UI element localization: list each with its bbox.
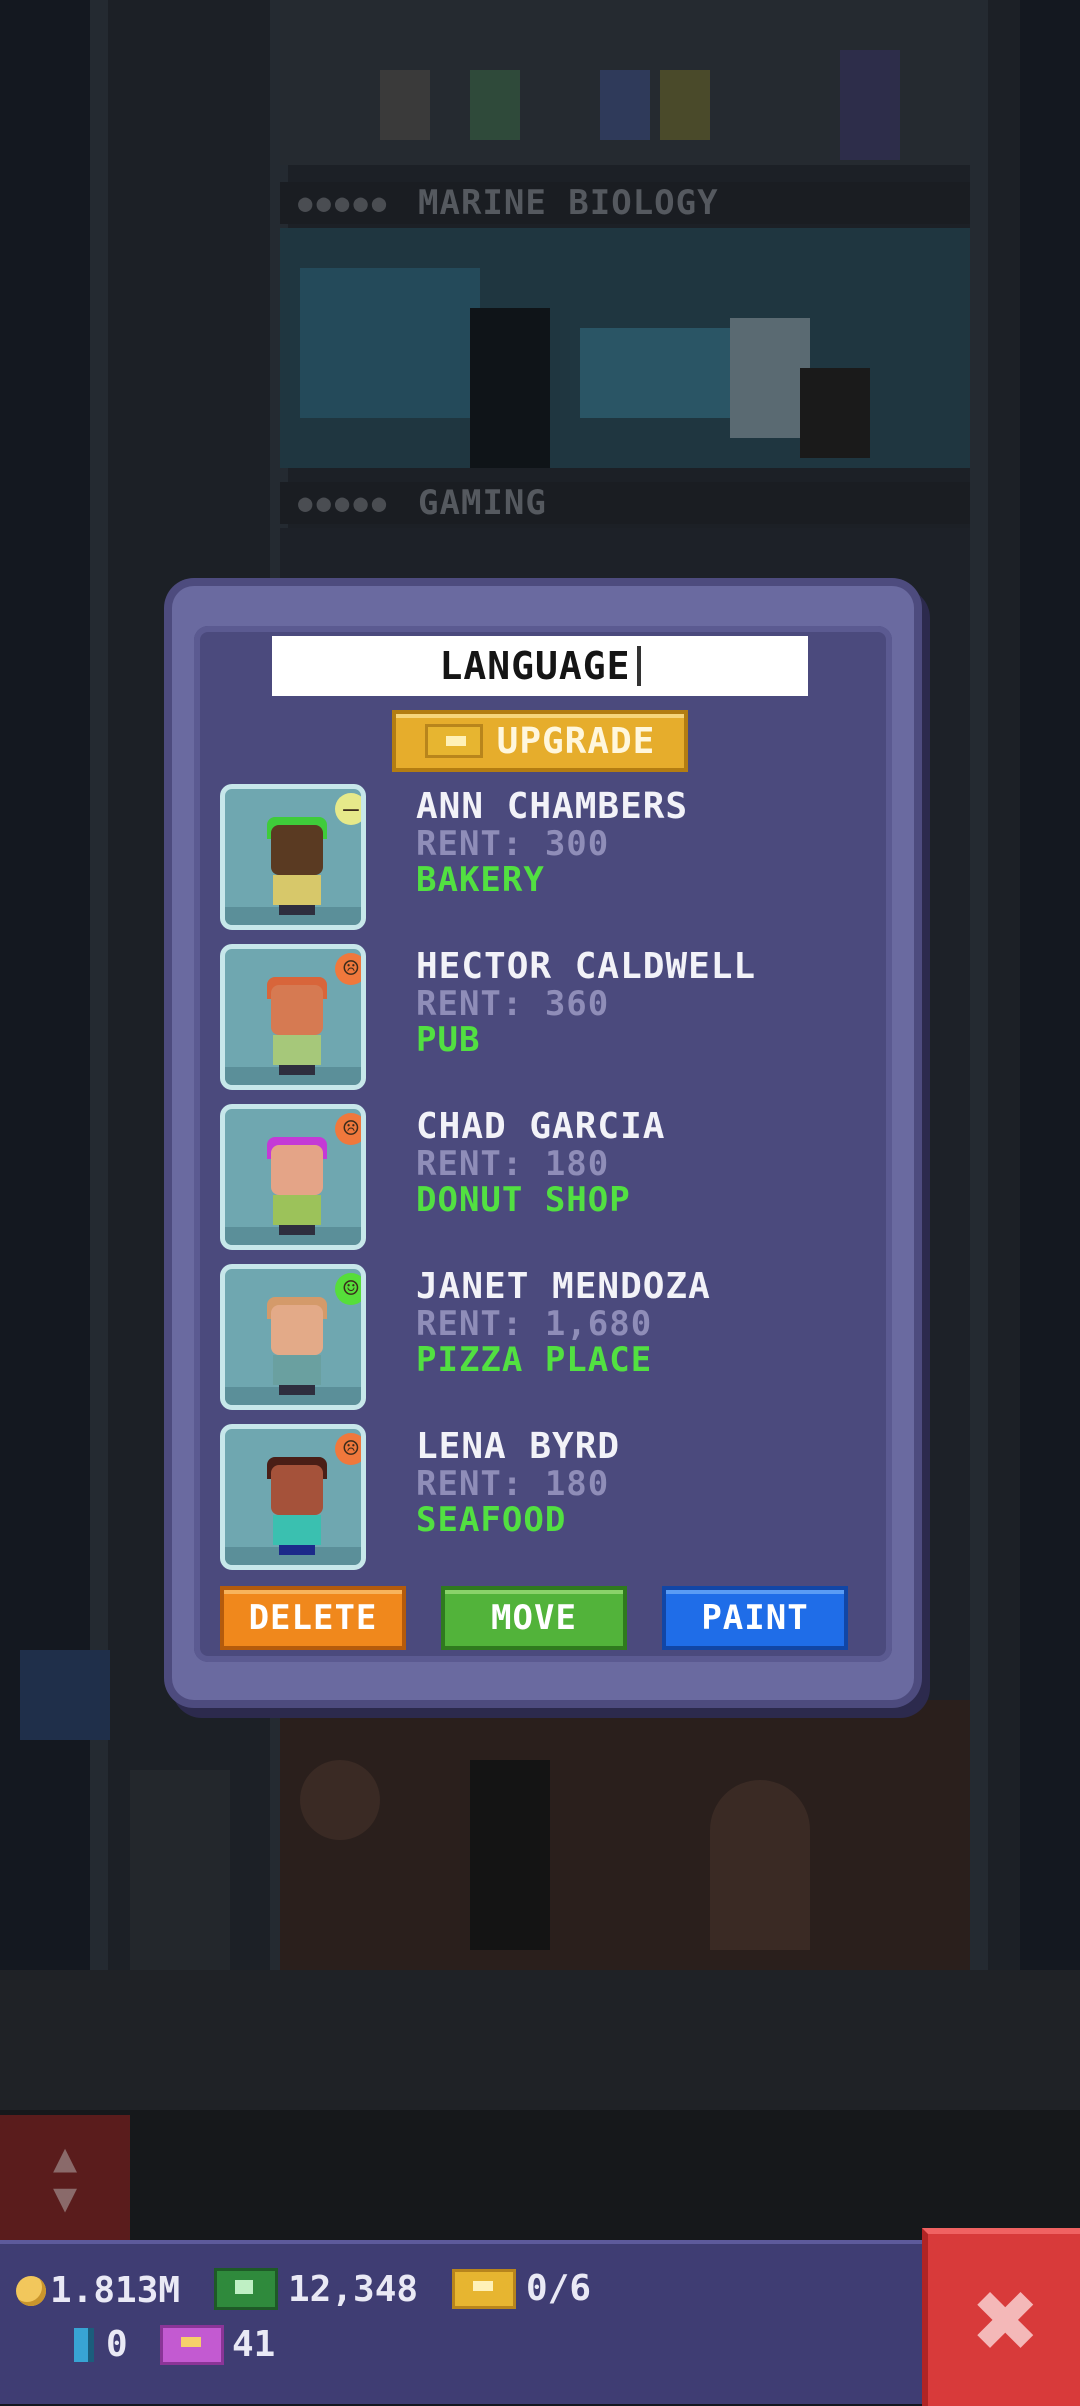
move-button[interactable]: MOVE [441,1586,627,1650]
currency-bar: 1.813M 12,348 0/6 0 41 [0,2240,1080,2404]
coin-icon [16,2275,46,2306]
tenant-avatar[interactable]: ☹ [220,944,366,1090]
side-board [20,1650,110,1740]
floor-occupancy-dots: ●●●●● [298,489,391,517]
vip-counter: 41 [160,2324,275,2365]
tenant-row[interactable]: ☺ JANET MENDOZA RENT: 1,680 PIZZA PLACE [220,1264,860,1414]
tenant-avatar[interactable]: ☹ [220,1424,366,1570]
bux-icon [74,2327,94,2362]
close-button[interactable]: ✖ [922,2228,1080,2406]
tenant-rent: RENT: 1,680 [416,1304,653,1344]
sad-face-icon: ☹ [335,1113,361,1145]
tenant-rent: RENT: 180 [416,1464,610,1504]
tenant-name: ANN CHAMBERS [416,786,689,827]
sad-face-icon: ☹ [335,953,361,985]
upgrade-label: UPGRADE [496,720,656,762]
paint-button[interactable]: PAINT [662,1586,848,1650]
upgrade-button[interactable]: UPGRADE [392,710,688,772]
tower-pillar [970,0,988,1970]
elevator-button[interactable]: ▲ ▼ [0,2115,130,2240]
coins-counter: 1.813M [16,2270,180,2311]
tickets-counter[interactable]: 0/6 [452,2268,591,2309]
tenant-row[interactable]: ☹ LENA BYRD RENT: 180 SEAFOOD [220,1424,860,1574]
golden-ticket-icon [452,2268,516,2309]
tenant-name: JANET MENDOZA [416,1266,711,1307]
bux-value: 0 [106,2324,128,2365]
tickets-value: 0/6 [526,2268,592,2309]
vip-value: 41 [232,2324,276,2365]
tenant-rent: RENT: 300 [416,824,610,864]
tenant-rent: RENT: 360 [416,984,610,1024]
tenant-name: CHAD GARCIA [416,1106,666,1147]
golden-ticket-icon [424,724,483,758]
lobby-elevator-door [130,1770,230,1970]
tenant-avatar[interactable]: ☹ [220,1104,366,1250]
tenant-business: SEAFOOD [416,1500,567,1540]
close-icon: ✖ [973,2256,1041,2384]
floor-name-label: MARINE BIOLOGY [418,183,719,223]
tenant-business: PUB [416,1020,481,1060]
floor-sign-marine-biology: ●●●●● MARINE BIOLOGY [280,182,970,224]
tenant-avatar[interactable]: ☺ [220,1264,366,1410]
tenant-avatar[interactable]: – [220,784,366,930]
chevron-up-icon: ▲ [52,2134,78,2181]
floor-sign-gaming: ●●●●● GAMING [280,482,970,524]
tower-bux-cash-icon [214,2268,278,2310]
floor-top[interactable] [280,0,970,165]
tenant-rent: RENT: 180 [416,1144,610,1184]
floor-name-field[interactable]: LANGUAGE [272,636,808,696]
text-caret [636,646,641,686]
floor-name-label: GAMING [418,483,547,523]
tenant-row[interactable]: ☹ CHAD GARCIA RENT: 180 DONUT SHOP [220,1104,860,1254]
cash-value: 12,348 [288,2268,419,2310]
tenant-business: PIZZA PLACE [416,1340,653,1380]
floor-marine-biology[interactable] [280,228,970,468]
street [0,2110,1080,2240]
cash-counter[interactable]: 12,348 [214,2268,418,2310]
tenant-row[interactable]: – ANN CHAMBERS RENT: 300 BAKERY [220,784,860,934]
tenant-business: BAKERY [416,860,545,900]
floor-occupancy-dots: ●●●●● [298,189,391,217]
bux-counter: 0 [74,2324,128,2365]
tenant-name: HECTOR CALDWELL [416,946,757,987]
neutral-face-icon: – [335,793,361,825]
tenant-name: LENA BYRD [416,1426,621,1467]
delete-button[interactable]: DELETE [220,1586,406,1650]
happy-face-icon: ☺ [335,1273,361,1305]
tenant-business: DONUT SHOP [416,1180,631,1220]
sad-face-icon: ☹ [335,1433,361,1465]
floor-lobby-shop[interactable] [280,1700,970,1970]
vip-ticket-icon [160,2324,224,2365]
ground-floor [0,1970,1080,2110]
chevron-down-icon: ▼ [52,2174,78,2221]
coins-value: 1.813M [50,2270,181,2311]
tenant-row[interactable]: ☹ HECTOR CALDWELL RENT: 360 PUB [220,944,860,1094]
floor-name-value: LANGUAGE [439,644,631,688]
